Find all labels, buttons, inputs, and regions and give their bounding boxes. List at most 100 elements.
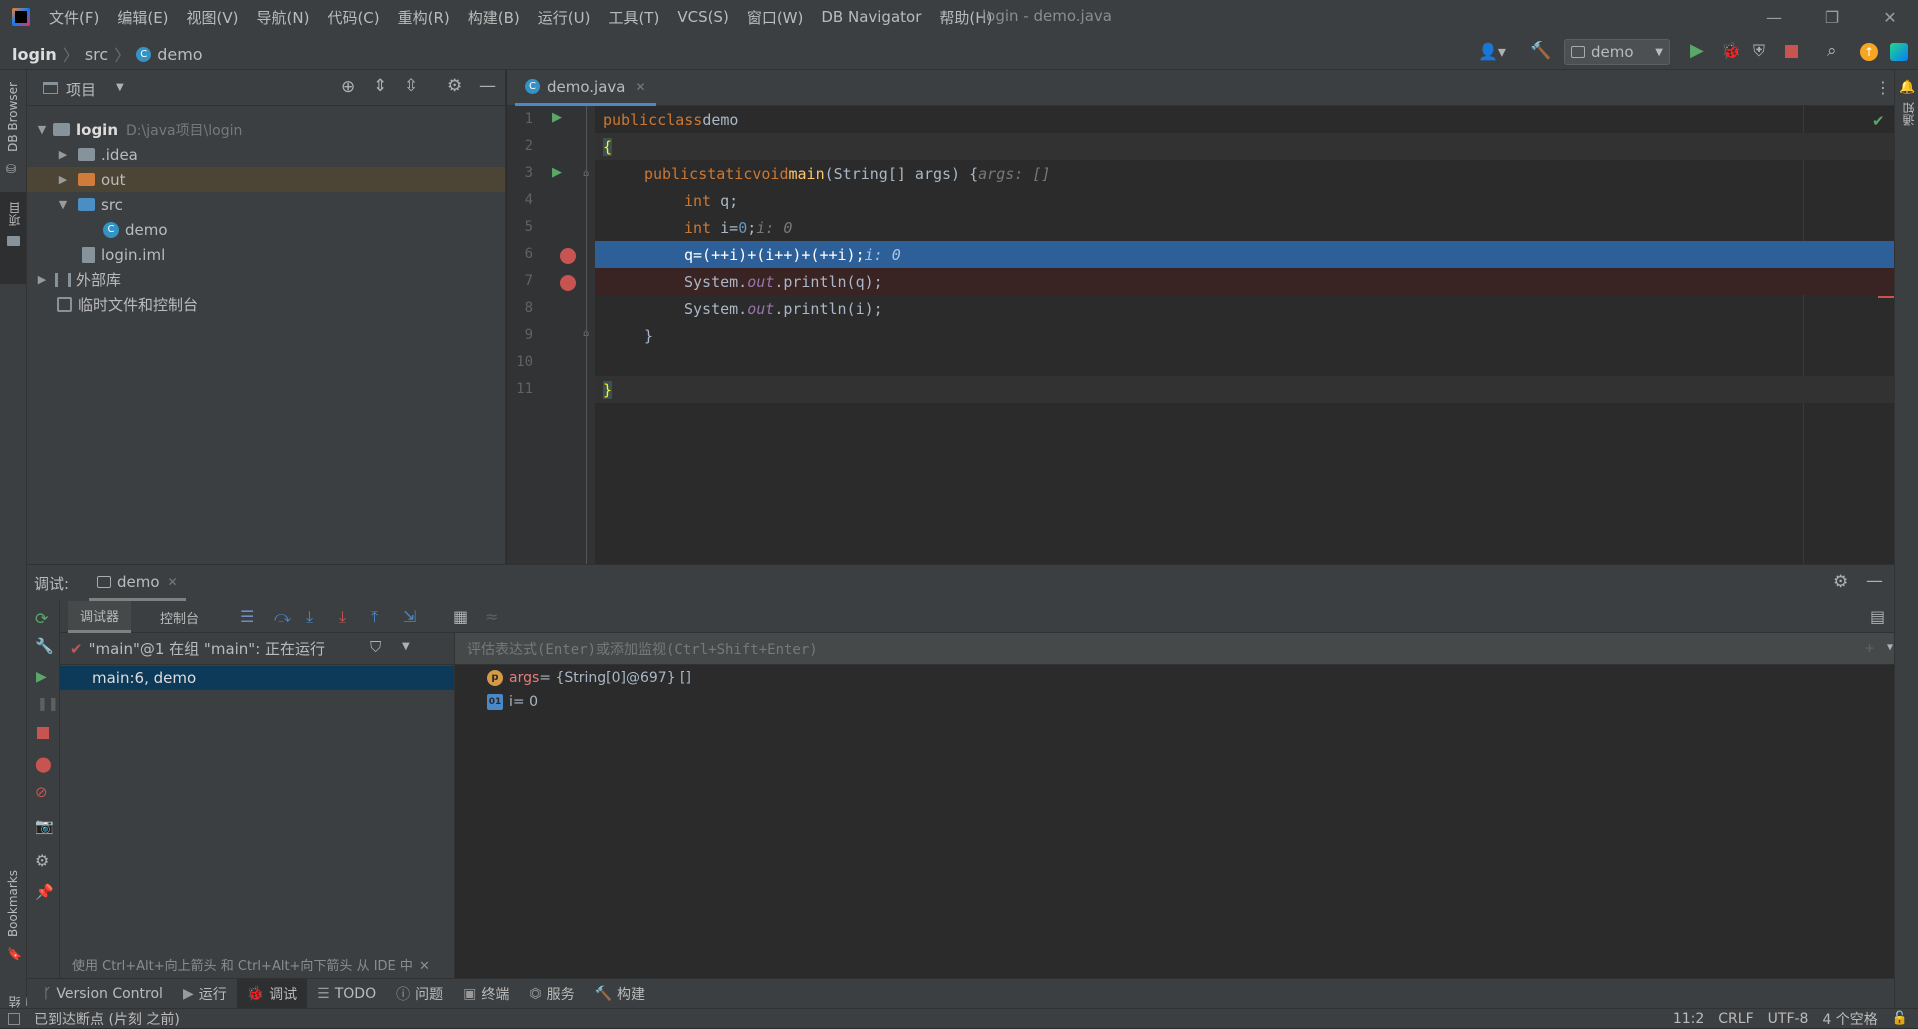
run-to-cursor-icon[interactable]: ⇲ bbox=[403, 607, 416, 626]
chevron-down-icon[interactable]: ▼ bbox=[116, 82, 124, 93]
caret-position[interactable]: 11:2 bbox=[1673, 1011, 1704, 1027]
settings-icon[interactable]: ⚙ bbox=[35, 851, 49, 870]
breadcrumb-demo[interactable]: demo bbox=[157, 45, 202, 64]
add-watch-icon[interactable]: + bbox=[1865, 639, 1874, 657]
breadcrumb-project[interactable]: login bbox=[12, 45, 57, 64]
evaluate-expression-icon[interactable]: ▦ bbox=[453, 607, 468, 626]
variable-row-i[interactable]: 01 i = 0 bbox=[487, 691, 538, 713]
tool-tab-terminal[interactable]: ▣ 终端 bbox=[453, 979, 519, 1009]
chevron-down-icon[interactable]: ▼ bbox=[1887, 642, 1893, 653]
tree-item-external-libraries[interactable]: ▶ 外部库 bbox=[27, 267, 505, 292]
tool-tab-version-control[interactable]: ᚴ Version Control bbox=[33, 979, 173, 1009]
chevron-right-icon[interactable]: ▶ bbox=[35, 273, 49, 286]
tool-tab-debug[interactable]: 🐞 调试 bbox=[236, 978, 308, 1009]
menu-db-navigator[interactable]: DB Navigator bbox=[812, 8, 930, 26]
tree-item-idea[interactable]: ▶ .idea bbox=[27, 142, 505, 167]
rerun-icon[interactable]: ⟳ bbox=[35, 609, 48, 628]
view-breakpoints-icon[interactable]: ⬤ bbox=[35, 755, 52, 773]
thread-selector[interactable]: ✔ "main"@1 在组 "main": 正在运行 ⛉ ▼ bbox=[60, 633, 454, 665]
line-separator[interactable]: CRLF bbox=[1718, 1011, 1753, 1027]
run-icon[interactable]: ▶ bbox=[1690, 40, 1704, 61]
pin-icon[interactable]: 📌 bbox=[35, 883, 54, 901]
tree-item-out[interactable]: ▶ out bbox=[27, 167, 505, 192]
tool-tab-build[interactable]: 🔨 构建 bbox=[585, 979, 655, 1009]
force-step-into-icon[interactable]: ⤓ bbox=[339, 607, 346, 627]
filter-icon[interactable]: ⛉ bbox=[370, 638, 381, 656]
chevron-right-icon[interactable]: ▶ bbox=[56, 148, 70, 161]
menu-view[interactable]: 视图(V) bbox=[178, 7, 248, 28]
lock-icon[interactable]: 🔓 bbox=[1892, 1011, 1908, 1026]
debugger-tab[interactable]: 调试器 bbox=[68, 601, 132, 633]
chevron-down-icon[interactable]: ▼ bbox=[56, 198, 70, 211]
collapse-all-icon[interactable]: ⇳ bbox=[404, 76, 418, 96]
editor-gutter[interactable]: 1 2 3 4 5 6 7 8 9 10 11 ▶ ▶ ⌂ ⌂ bbox=[507, 106, 595, 564]
user-icon[interactable]: 👤▾ bbox=[1478, 42, 1506, 61]
notifications-tool-tab[interactable]: 通知 bbox=[1900, 102, 1917, 126]
tree-item-login-iml[interactable]: login.iml bbox=[27, 242, 505, 267]
tool-tab-problems[interactable]: ⓘ 问题 bbox=[386, 979, 453, 1009]
expand-all-icon[interactable]: ⇕ bbox=[373, 76, 387, 96]
resume-icon[interactable]: ▶ bbox=[36, 669, 47, 685]
menu-build[interactable]: 构建(B) bbox=[459, 7, 529, 28]
chevron-down-icon[interactable]: ▼ bbox=[35, 123, 49, 136]
breadcrumb-src[interactable]: src bbox=[85, 45, 108, 64]
menu-edit[interactable]: 编辑(E) bbox=[108, 7, 177, 28]
more-options-icon[interactable]: ⋮ bbox=[1875, 78, 1891, 97]
menu-file[interactable]: 文件(F) bbox=[40, 7, 108, 28]
tool-tab-todo[interactable]: ☰ TODO bbox=[307, 979, 386, 1009]
menu-tools[interactable]: 工具(T) bbox=[599, 7, 668, 28]
chevron-down-icon[interactable]: ▼ bbox=[402, 641, 410, 652]
tree-item-demo[interactable]: C demo bbox=[27, 217, 505, 242]
update-icon[interactable]: ↑ bbox=[1860, 43, 1878, 61]
breakpoint-icon[interactable] bbox=[560, 275, 576, 291]
camera-icon[interactable]: 📷 bbox=[35, 817, 54, 835]
menu-vcs[interactable]: VCS(S) bbox=[668, 8, 737, 26]
coverage-icon[interactable]: ⛨ bbox=[1753, 41, 1765, 61]
db-browser-tool-tab[interactable]: DB Browser bbox=[6, 82, 20, 152]
gear-icon[interactable]: ⚙ bbox=[1833, 572, 1848, 592]
run-config-select[interactable]: demo ▼ bbox=[1564, 39, 1670, 65]
notifications-bell-icon[interactable]: 🔔 bbox=[1899, 80, 1915, 95]
stop-icon[interactable] bbox=[1785, 45, 1798, 58]
tool-tab-run[interactable]: ▶ 运行 bbox=[173, 979, 237, 1009]
toggle-tool-windows-icon[interactable] bbox=[8, 1012, 20, 1025]
build-hammer-icon[interactable]: 🔨 bbox=[1530, 41, 1551, 61]
breakpoint-icon[interactable] bbox=[560, 248, 576, 264]
menu-navigate[interactable]: 导航(N) bbox=[248, 7, 319, 28]
stop-icon[interactable] bbox=[37, 727, 49, 739]
step-over-icon[interactable]: ⤼ bbox=[274, 607, 291, 627]
layout-settings-icon[interactable]: ▤ bbox=[1870, 607, 1885, 626]
close-hint-icon[interactable]: ✕ bbox=[419, 959, 430, 974]
tree-item-login[interactable]: ▼ login D:\java项目\login bbox=[27, 117, 505, 142]
run-class-gutter-icon[interactable]: ▶ bbox=[552, 110, 562, 125]
frame-item[interactable]: main:6, demo bbox=[60, 666, 454, 690]
pause-icon[interactable]: ❚❚ bbox=[37, 697, 59, 712]
jetbrains-icon[interactable] bbox=[1890, 43, 1908, 61]
menu-run[interactable]: 运行(U) bbox=[529, 7, 600, 28]
restore-button[interactable]: ❐ bbox=[1804, 0, 1860, 34]
code-editor[interactable]: ✔ public class demo { public static void… bbox=[595, 106, 1894, 564]
locate-file-icon[interactable]: ⊕ bbox=[341, 77, 355, 97]
layout-menu-icon[interactable]: ☰ bbox=[240, 607, 254, 626]
editor-tab-demo-java[interactable]: C demo.java ✕ bbox=[515, 70, 656, 106]
tree-item-src[interactable]: ▼ src bbox=[27, 192, 505, 217]
close-tab-icon[interactable]: ✕ bbox=[635, 80, 645, 94]
step-into-icon[interactable]: ⤓ bbox=[306, 607, 313, 627]
debug-bug-icon[interactable]: 🐞 bbox=[1721, 41, 1741, 60]
tool-tab-services[interactable]: ⏣ 服务 bbox=[519, 979, 584, 1009]
console-tab[interactable]: 控制台 bbox=[148, 601, 211, 633]
run-main-gutter-icon[interactable]: ▶ bbox=[552, 165, 562, 180]
indent-setting[interactable]: 4 个空格 bbox=[1822, 1009, 1877, 1029]
tree-item-scratches[interactable]: 临时文件和控制台 bbox=[27, 292, 505, 317]
hide-panel-icon[interactable]: — bbox=[1866, 571, 1883, 591]
hide-panel-icon[interactable]: — bbox=[479, 76, 496, 96]
project-view-title[interactable]: 项目 bbox=[66, 79, 96, 100]
menu-refactor[interactable]: 重构(R) bbox=[389, 7, 459, 28]
gear-icon[interactable]: ⚙ bbox=[447, 76, 462, 96]
close-tab-icon[interactable]: ✕ bbox=[168, 575, 178, 589]
menu-code[interactable]: 代码(C) bbox=[318, 7, 388, 28]
trace-stream-icon[interactable]: ≈ bbox=[485, 607, 498, 626]
variable-row-args[interactable]: p args = {String[0]@697} [] bbox=[487, 667, 691, 689]
search-icon[interactable]: ⌕ bbox=[1827, 41, 1837, 61]
close-window-button[interactable]: ✕ bbox=[1862, 0, 1918, 34]
